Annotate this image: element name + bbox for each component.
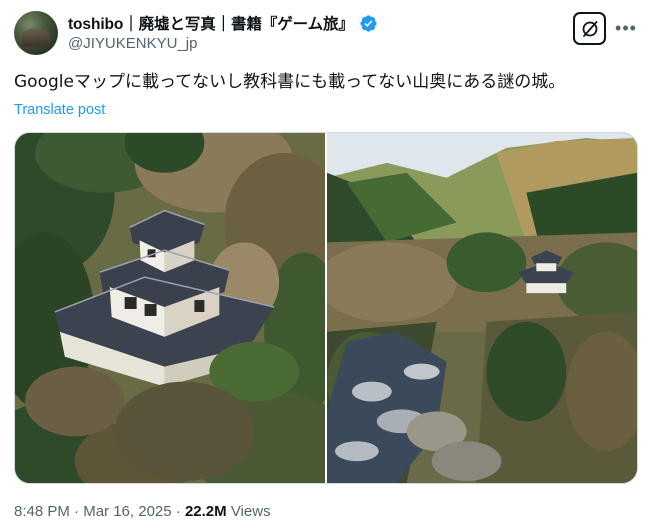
avatar[interactable] xyxy=(14,11,58,55)
author-handle[interactable]: @JIYUKENKYU_jp xyxy=(68,35,197,52)
translate-post-link[interactable]: Translate post xyxy=(14,102,105,118)
meta-separator-2: · xyxy=(171,503,185,520)
author-display-name[interactable]: toshibo｜廃墟と写真｜書籍『ゲーム旅』 xyxy=(68,12,354,34)
castle-valley-river-icon xyxy=(327,133,637,483)
post-date[interactable]: Mar 16, 2025 xyxy=(83,503,171,520)
author-name-row[interactable]: toshibo｜廃墟と写真｜書籍『ゲーム旅』 xyxy=(68,12,378,34)
post-time[interactable]: 8:48 PM xyxy=(14,503,70,520)
post-meta: 8:48 PM · Mar 16, 2025 · 22.2M Views xyxy=(14,503,271,520)
castle-close-aerial-icon xyxy=(15,133,325,483)
photo-castle-valley[interactable] xyxy=(327,133,637,483)
post-text: Googleマップに載ってないし教科書にも載ってない山奥にある謎の城。 xyxy=(14,72,566,92)
views-label: Views xyxy=(226,503,271,520)
grok-icon xyxy=(582,20,597,37)
photo-castle-aerial[interactable] xyxy=(15,133,325,483)
more-options-button[interactable]: ••• xyxy=(614,16,638,40)
verified-badge-icon xyxy=(360,14,377,32)
media-grid xyxy=(14,132,638,484)
grok-button[interactable] xyxy=(573,12,606,45)
views-count[interactable]: 22.2M xyxy=(185,503,227,520)
more-options-icon: ••• xyxy=(615,18,637,38)
meta-separator: · xyxy=(69,503,84,520)
